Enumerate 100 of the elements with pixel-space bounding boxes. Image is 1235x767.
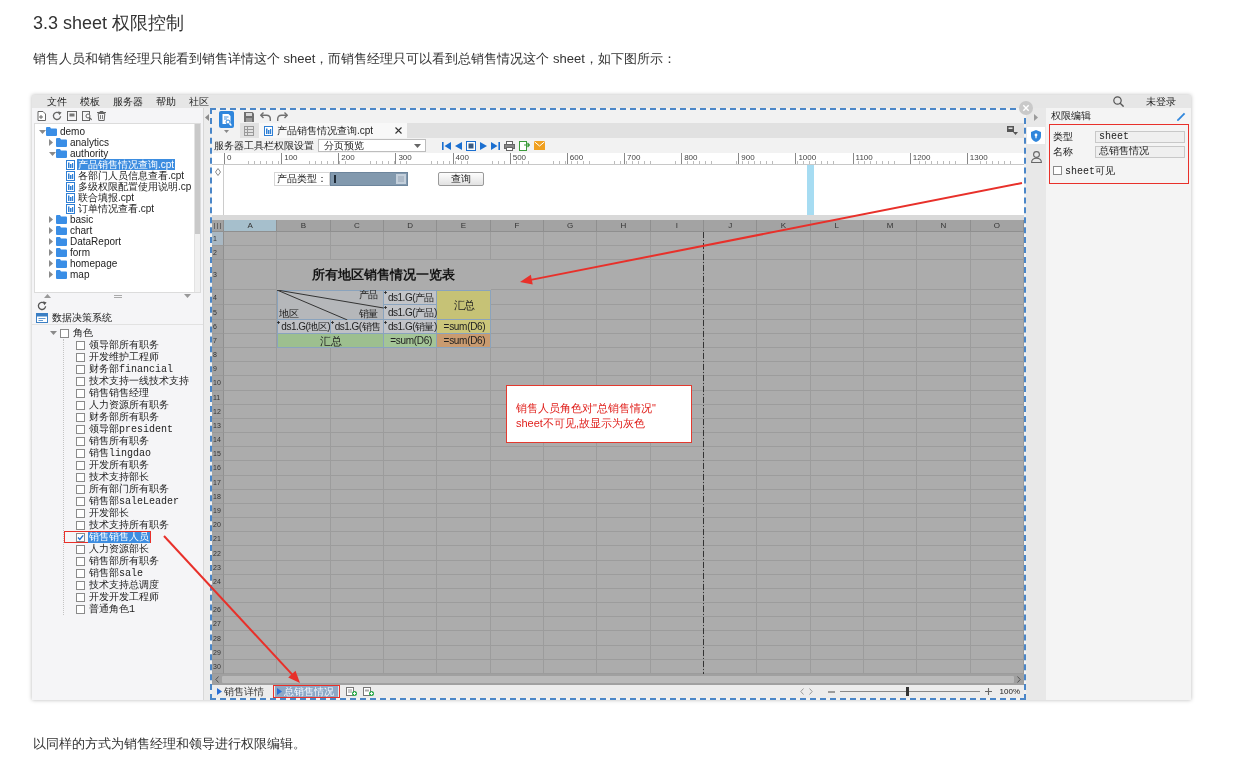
pencil-icon[interactable] — [1177, 111, 1186, 121]
column-header[interactable]: E — [437, 220, 491, 232]
checkbox[interactable] — [76, 556, 85, 566]
column-header[interactable]: J — [704, 220, 758, 232]
tree-item[interactable]: basic — [69, 214, 95, 225]
checkbox[interactable] — [76, 460, 85, 470]
slider-thumb[interactable] — [905, 687, 909, 696]
column-header[interactable]: D — [384, 220, 438, 232]
role-item[interactable]: 技术支持总调度 — [88, 579, 160, 591]
mode-select[interactable]: 分页预览 — [318, 139, 426, 152]
column-header[interactable]: G — [544, 220, 598, 232]
zoom-in-icon[interactable] — [984, 688, 992, 695]
column-header[interactable]: M — [864, 220, 918, 232]
text-field[interactable]: sheet — [1095, 130, 1185, 143]
print-icon[interactable] — [504, 140, 515, 151]
role-item[interactable]: 技术支持部长 — [88, 471, 150, 483]
checkbox[interactable] — [76, 436, 85, 446]
tree-item[interactable]: authority — [69, 148, 110, 159]
caret-icon[interactable] — [39, 129, 46, 134]
checkbox[interactable] — [76, 544, 85, 554]
caret-icon[interactable] — [49, 216, 53, 223]
tree-item[interactable]: homepage — [69, 258, 119, 269]
zoom-out-icon[interactable] — [827, 690, 835, 693]
checkbox[interactable] — [76, 532, 85, 542]
role-item[interactable]: 普通角色1 — [88, 603, 136, 615]
checkbox[interactable] — [76, 520, 85, 530]
search-icon[interactable] — [1113, 96, 1124, 107]
caret-icon[interactable] — [49, 238, 53, 245]
caret-icon[interactable] — [223, 130, 229, 133]
tree-item[interactable]: 多级权限配置使用说明.cp — [77, 181, 193, 192]
close-icon[interactable] — [395, 127, 403, 134]
scrollbar[interactable] — [194, 124, 200, 292]
undo-icon[interactable] — [260, 112, 271, 121]
checkbox[interactable] — [1053, 166, 1062, 175]
add-sheet-icon[interactable] — [346, 687, 357, 696]
column-header[interactable]: N — [917, 220, 971, 232]
first-page-icon[interactable] — [442, 140, 451, 151]
column-header[interactable]: A — [224, 220, 278, 232]
up-arrow-icon[interactable] — [44, 294, 51, 298]
side-tab[interactable] — [1027, 127, 1045, 144]
tree-item[interactable]: 订单情况查看.cpt — [77, 203, 156, 214]
trash-icon[interactable] — [97, 110, 106, 121]
input-field[interactable] — [330, 172, 408, 186]
checkbox[interactable] — [76, 484, 85, 494]
save-icon[interactable] — [244, 111, 254, 122]
column-header[interactable]: F — [490, 220, 544, 232]
file-tab[interactable]: 产品销售情况查询.cpt — [259, 123, 408, 138]
role-item[interactable]: 开发部长 — [88, 507, 130, 519]
checkbox[interactable] — [76, 496, 85, 506]
search-file-icon[interactable] — [82, 110, 92, 121]
role-item[interactable]: 所有部门所有职务 — [88, 483, 170, 495]
role-item[interactable]: 销售部saleLeader — [88, 495, 180, 507]
scrollbar-thumb[interactable] — [222, 676, 1014, 683]
last-page-icon[interactable] — [491, 140, 500, 151]
role-item[interactable]: 开发开发工程师 — [88, 591, 160, 603]
checkbox[interactable] — [76, 508, 85, 518]
column-header[interactable]: I — [650, 220, 704, 232]
grid-icon[interactable] — [244, 125, 254, 136]
checkbox[interactable] — [76, 604, 85, 614]
checkbox[interactable] — [76, 568, 85, 578]
menu-item[interactable]: 模板 — [80, 95, 100, 108]
role-item[interactable]: 销售lingdao — [88, 447, 152, 459]
column-header[interactable]: O — [970, 220, 1024, 232]
window-dropdown-icon[interactable] — [1007, 126, 1018, 135]
refresh-icon[interactable] — [52, 110, 62, 121]
checkbox[interactable] — [76, 472, 85, 482]
menu-item[interactable]: 文件 — [47, 95, 67, 108]
checkbox[interactable] — [76, 400, 85, 410]
scrollbar-thumb[interactable] — [195, 124, 200, 234]
tree-item[interactable]: analytics — [69, 137, 110, 148]
checkbox[interactable] — [76, 412, 85, 422]
menu-item[interactable]: 帮助 — [156, 95, 176, 108]
column-header[interactable]: B — [277, 220, 331, 232]
role-item[interactable]: 开发维护工程师 — [88, 351, 160, 363]
checkbox[interactable] — [76, 580, 85, 590]
caret-icon[interactable] — [50, 331, 57, 335]
caret-icon[interactable] — [49, 260, 53, 267]
role-item[interactable]: 财务部financial — [88, 363, 174, 375]
tree-item[interactable]: DataReport — [69, 236, 123, 247]
menu-item[interactable]: 社区 — [189, 95, 209, 108]
caret-icon[interactable] — [49, 139, 53, 146]
caret-icon[interactable] — [49, 227, 53, 234]
caret-icon[interactable] — [1034, 114, 1038, 121]
checkbox[interactable] — [76, 388, 85, 398]
text-field[interactable]: 总销售情况 — [1095, 145, 1185, 158]
menu-item[interactable]: 服务器 — [113, 95, 143, 108]
refresh-icon[interactable] — [37, 300, 47, 311]
checkbox[interactable] — [76, 376, 85, 386]
role-item[interactable]: 领导部president — [88, 423, 174, 435]
role-item[interactable]: 开发所有职务 — [88, 459, 150, 471]
role-item[interactable]: 销售部所有职务 — [88, 555, 160, 567]
scrollbar[interactable] — [212, 674, 1024, 685]
role-item[interactable]: 人力资源部长 — [88, 543, 150, 555]
checkbox[interactable] — [76, 592, 85, 602]
checkbox-label[interactable]: sheet可见 — [1065, 163, 1115, 178]
checkbox[interactable] — [76, 424, 85, 434]
tree-item[interactable]: demo — [59, 126, 86, 137]
caret-icon[interactable] — [49, 151, 56, 156]
query-button[interactable]: 查询 — [438, 172, 484, 186]
redo-icon[interactable] — [277, 112, 288, 121]
